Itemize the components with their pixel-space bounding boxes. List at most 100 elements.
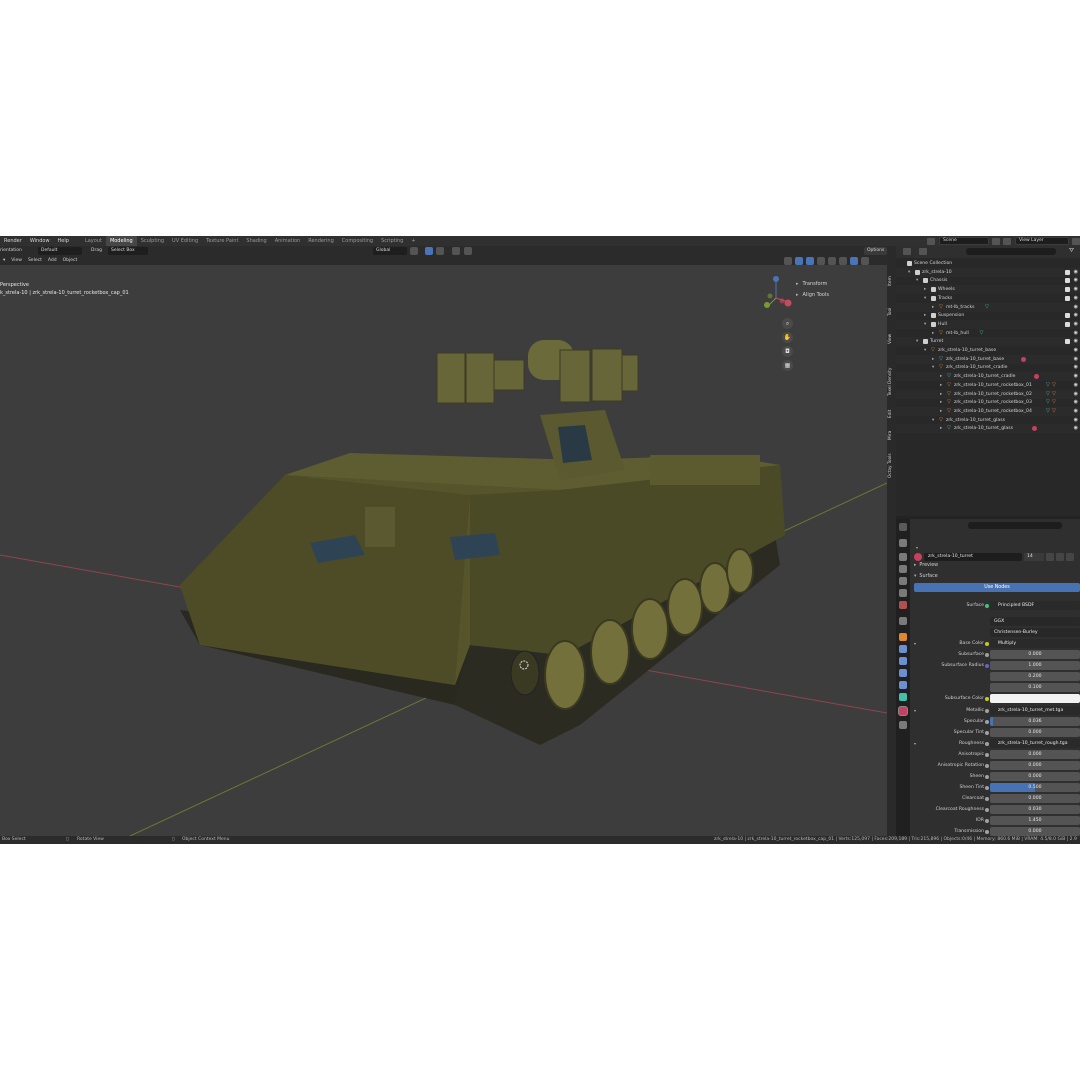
data-tab-icon[interactable] [899, 693, 907, 701]
view-layer-browse-icon[interactable] [1072, 237, 1080, 245]
collapsed-icon[interactable]: ▸ [940, 425, 942, 432]
orientation-dropdown[interactable]: Default [38, 247, 82, 255]
editor-type-icon[interactable] [899, 523, 907, 531]
output-tab-icon[interactable] [899, 565, 907, 573]
menu-help[interactable]: Help [54, 236, 73, 246]
number-field[interactable]: 0.000 [990, 728, 1080, 737]
scene-tab-icon[interactable] [899, 589, 907, 597]
snap-target-icon[interactable] [436, 247, 444, 255]
tool-tab-icon[interactable] [899, 539, 907, 547]
view-layer-tab-icon[interactable] [899, 577, 907, 585]
object-tab-icon[interactable] [899, 633, 907, 641]
exclude-checkbox[interactable] [1065, 321, 1070, 327]
filter-icon[interactable]: ⛛ [1069, 247, 1074, 255]
outliner-row[interactable]: ▸ ▽ zrk_strela-10_turret_rocketbox_02 ▽ ▽ ◉ [896, 389, 1080, 399]
tab-texture-paint[interactable]: Texture Paint [202, 236, 242, 246]
collapsed-icon[interactable]: ▸ [924, 286, 926, 293]
visibility-eye-icon[interactable]: ◉ [1074, 295, 1078, 302]
outliner-row[interactable]: ▸ ▽ zrk_strela-10_turret_rocketbox_03 ▽ ▽ ◉ [896, 398, 1080, 407]
collection-tab-icon[interactable] [899, 617, 907, 625]
number-field[interactable]: 0.000 [990, 772, 1080, 781]
pivot-icon[interactable] [410, 247, 418, 255]
visibility-eye-icon[interactable]: ◉ [1074, 364, 1078, 371]
visibility-eye-icon[interactable]: ◉ [1074, 338, 1078, 345]
editor-type-icon[interactable]: ▾ [0, 258, 8, 263]
material-name-field[interactable]: zrk_strela-10_turret [924, 553, 1022, 561]
expanded-icon[interactable]: ▾ [916, 338, 918, 345]
number-field[interactable]: 0.200 [990, 672, 1080, 681]
collapsed-icon[interactable]: ▸ [940, 408, 942, 415]
panel-preview[interactable]: ▸ Preview [910, 561, 1080, 571]
visibility-eye-icon[interactable]: ◉ [1074, 330, 1078, 337]
number-field[interactable]: 0.000 [990, 827, 1080, 836]
expanded-icon[interactable]: ▾ [932, 364, 934, 371]
collapsed-icon[interactable]: ▸ [940, 399, 942, 406]
socket-icon[interactable] [985, 652, 989, 657]
color-swatch[interactable] [990, 694, 1080, 703]
snap-icon[interactable] [425, 247, 433, 255]
panel-surface[interactable]: ▾ Surface [910, 572, 1080, 582]
visibility-eye-icon[interactable]: ◉ [1074, 373, 1078, 380]
expand-link-icon[interactable]: ▾ [914, 706, 916, 715]
viewport-scene[interactable] [0, 265, 887, 836]
outliner-row[interactable]: ▾ ▽ zrk_strela-10_turret_base ◉ [896, 346, 1080, 355]
linked-node-field[interactable]: zrk_strela-10_turret_rough.tga [990, 739, 1080, 748]
visibility-eye-icon[interactable]: ◉ [1074, 417, 1078, 424]
outliner-row[interactable]: ▸ ▽ zrk_strela-10_turret_rocketbox_01 ▽ ▽ ◉ [896, 381, 1080, 390]
tab-compositing[interactable]: Compositing [338, 236, 377, 246]
socket-icon[interactable] [985, 752, 989, 757]
socket-icon[interactable] [985, 663, 989, 668]
socket-icon[interactable] [985, 774, 989, 779]
display-mode-icon[interactable] [919, 248, 927, 255]
render-tab-icon[interactable] [899, 553, 907, 561]
tab-modeling[interactable]: Modeling [105, 236, 137, 246]
fake-user-icon[interactable] [1046, 553, 1054, 561]
outliner-row[interactable]: ▸ ▽ zrk_strela-10_turret_rocketbox_04 ▽ ▽ ◉ [896, 406, 1080, 416]
menu-select[interactable]: Select [25, 258, 45, 263]
outliner-row[interactable]: ▸ Wheels ◉ [896, 285, 1080, 295]
visibility-eye-icon[interactable]: ◉ [1074, 321, 1078, 328]
visibility-eye-icon[interactable]: ◉ [1074, 408, 1078, 415]
outliner-row[interactable]: ▾ Hull ◉ [896, 319, 1080, 329]
linked-node-field[interactable]: Multiply [990, 639, 1080, 648]
tab-layout[interactable]: Layout [81, 236, 106, 246]
outliner-row[interactable]: ▸ ▽ mt-lb_tracks ▽ ◉ [896, 302, 1080, 312]
shading-solid-icon[interactable] [839, 257, 847, 265]
material-browse-icon[interactable] [914, 553, 922, 561]
browse-scene-icon[interactable] [992, 237, 1000, 245]
visibility-eye-icon[interactable]: ◉ [1074, 399, 1078, 406]
expanded-icon[interactable]: ▾ [916, 277, 918, 284]
outliner-row[interactable]: ▾ Tracks ◉ [896, 294, 1080, 303]
socket-icon[interactable] [985, 641, 989, 646]
tab-scripting[interactable]: Scripting [377, 236, 407, 246]
expanded-icon[interactable]: ▾ [908, 269, 910, 276]
number-field[interactable]: 0.000 [990, 794, 1080, 803]
options-dropdown[interactable]: Options [864, 247, 887, 255]
socket-icon[interactable] [985, 796, 989, 801]
visibility-eye-icon[interactable]: ◉ [1074, 391, 1078, 398]
number-field[interactable]: 1.000 [990, 661, 1080, 670]
number-field[interactable]: 0.000 [990, 761, 1080, 770]
collapsed-icon[interactable]: ▸ [940, 391, 942, 398]
outliner-row[interactable]: ▾ Turret ◉ [896, 337, 1080, 347]
drag-dropdown[interactable]: Select Box [108, 247, 148, 255]
transform-space-dropdown[interactable]: Global [373, 247, 407, 255]
shading-material-icon[interactable] [850, 257, 858, 265]
outliner-row[interactable]: ▾ ▽ zrk_strela-10_turret_glass ◉ [896, 416, 1080, 425]
menu-view[interactable]: View [8, 258, 25, 263]
expand-link-icon[interactable]: ▾ [914, 639, 916, 648]
visibility-icon[interactable] [784, 257, 792, 265]
menu-render[interactable]: Render [0, 236, 26, 246]
properties-search-input[interactable] [968, 522, 1062, 529]
dropdown-field[interactable]: GGX [990, 617, 1080, 626]
material-tab-icon[interactable] [899, 707, 907, 715]
exclude-checkbox[interactable] [1065, 339, 1070, 345]
constraints-tab-icon[interactable] [899, 681, 907, 689]
outliner-row[interactable]: ▸ ▽ zrk_strela-10_turret_cradle ◉ [896, 372, 1080, 382]
socket-icon[interactable] [985, 603, 989, 608]
expand-link-icon[interactable]: ▾ [914, 739, 916, 748]
menu-window[interactable]: Window [26, 236, 54, 246]
add-workspace-icon[interactable]: + [407, 236, 419, 246]
number-field[interactable]: 0.000 [990, 750, 1080, 759]
physics-tab-icon[interactable] [899, 669, 907, 677]
